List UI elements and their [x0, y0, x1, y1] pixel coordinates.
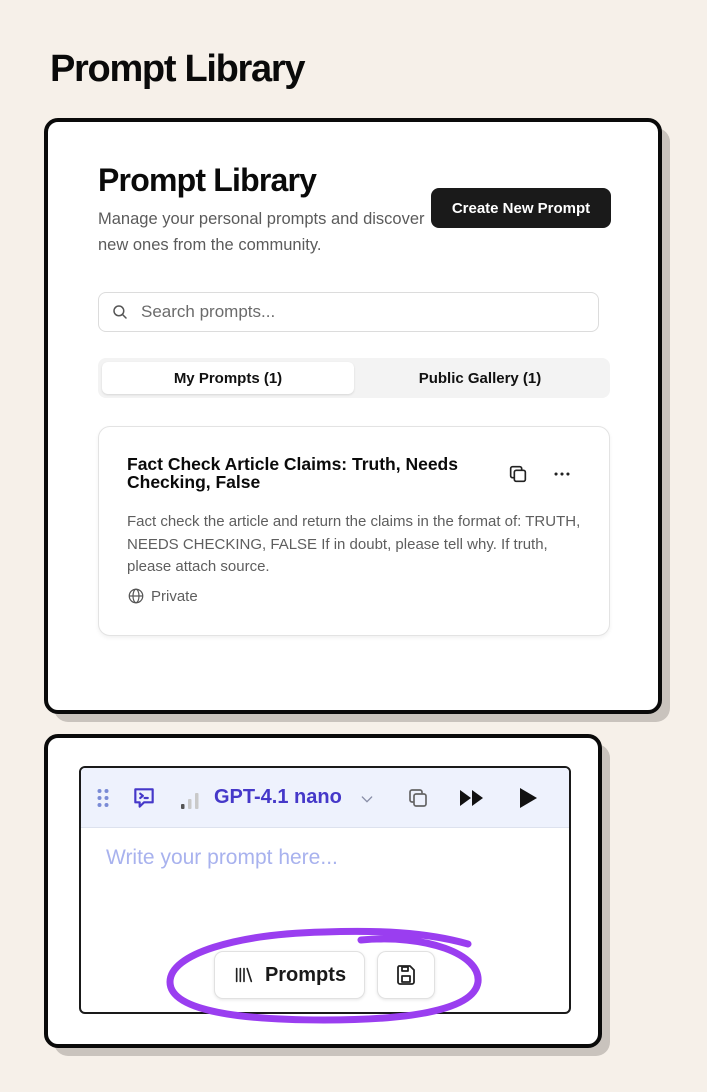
prompt-textarea[interactable] [81, 828, 569, 918]
prompt-card-title: Fact Check Article Claims: Truth, Needs … [127, 454, 458, 492]
create-new-prompt-button[interactable]: Create New Prompt [431, 188, 611, 228]
library-subtitle: Manage your personal prompts and discove… [98, 210, 425, 254]
copy-icon[interactable] [507, 463, 529, 485]
prompt-tabs: My Prompts (1) Public Gallery (1) [98, 358, 610, 398]
prompts-button[interactable]: Prompts [214, 951, 365, 999]
prompt-card-description: Fact check the article and return the cl… [127, 513, 581, 575]
search-input[interactable] [141, 302, 581, 322]
chevron-down-icon[interactable] [359, 791, 375, 807]
visibility-label: Private [151, 587, 198, 605]
copy-icon[interactable] [406, 786, 430, 810]
search-icon [113, 305, 127, 319]
drag-handle-icon[interactable] [96, 788, 110, 808]
editor-toolbar: GPT-4.1 nano [81, 768, 569, 828]
prompt-card[interactable]: Fact Check Article Claims: Truth, Needs … [98, 426, 610, 636]
prompts-button-label: Prompts [264, 963, 347, 986]
tab-my-prompts[interactable]: My Prompts (1) [102, 362, 354, 394]
prompt-library-panel: Prompt Library Manage your personal prom… [44, 118, 662, 714]
search-box[interactable] [98, 292, 599, 332]
prompt-editor-panel: GPT-4.1 nano Prompts [44, 734, 602, 1048]
visibility-badge: Private [127, 587, 198, 605]
library-icon [235, 967, 253, 983]
save-button[interactable] [377, 951, 435, 999]
play-icon[interactable] [518, 787, 538, 809]
signal-bars-icon [181, 793, 199, 809]
fast-forward-icon[interactable] [459, 788, 485, 808]
page-heading: Prompt Library [50, 48, 305, 90]
chat-code-icon[interactable] [131, 785, 157, 811]
prompt-editor: GPT-4.1 nano Prompts [79, 766, 571, 1014]
more-horizontal-icon[interactable] [551, 463, 573, 485]
model-selector[interactable]: GPT-4.1 nano [214, 786, 342, 809]
save-icon [397, 965, 415, 985]
globe-icon [128, 588, 144, 604]
library-title: Prompt Library [98, 162, 317, 198]
tab-public-gallery[interactable]: Public Gallery (1) [354, 362, 606, 394]
